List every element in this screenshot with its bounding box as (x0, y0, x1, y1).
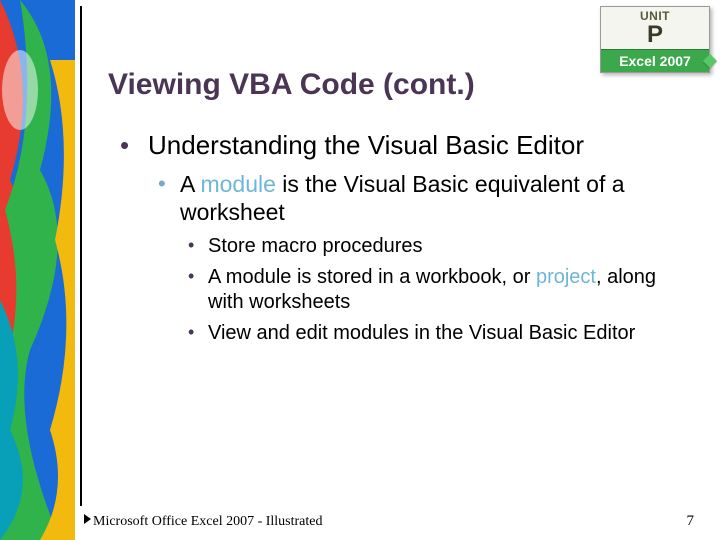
unit-badge: UNIT P Excel 2007 (600, 6, 710, 73)
bullet-level1: Understanding the Visual Basic Editor A … (108, 130, 688, 346)
keyword-module: module (200, 171, 275, 197)
keyword-project: project (536, 266, 596, 288)
bullet-text: View and edit modules in the Visual Basi… (208, 322, 635, 344)
bullet-level3: A module is stored in a workbook, or pro… (180, 265, 688, 315)
bullet-level3: Store macro procedures (180, 234, 688, 259)
text-segment: A (180, 171, 200, 197)
slide-body: Understanding the Visual Basic Editor A … (108, 130, 688, 354)
text-segment: A module is stored in a workbook, or (208, 266, 536, 288)
footer-text: Microsoft Office Excel 2007 - Illustrate… (84, 514, 323, 530)
badge-product-label: Excel 2007 (601, 49, 709, 72)
page-number: 7 (687, 513, 695, 530)
bullet-level2: A module is the Visual Basic equivalent … (148, 171, 688, 346)
badge-unit-letter: P (601, 23, 709, 49)
decorative-sidebar-art (0, 0, 75, 540)
vertical-divider (80, 6, 82, 506)
bullet-level3: View and edit modules in the Visual Basi… (180, 321, 688, 346)
bullet-text: Store macro procedures (208, 235, 423, 257)
slide-title: Viewing VBA Code (cont.) (108, 68, 475, 102)
bullet-text: Understanding the Visual Basic Editor (148, 130, 584, 160)
